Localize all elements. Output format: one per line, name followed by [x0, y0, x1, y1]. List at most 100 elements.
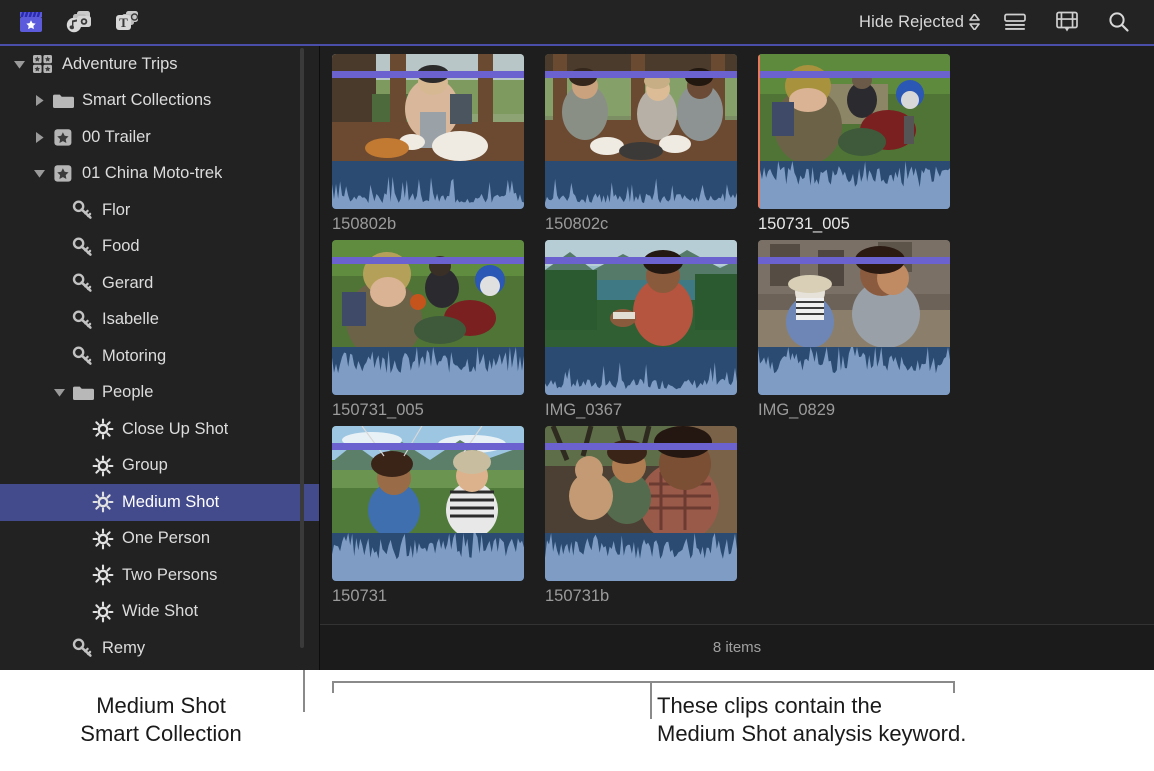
clip-filmstrip[interactable] — [758, 54, 950, 209]
folder-icon — [70, 384, 96, 402]
clip-filmstrip[interactable] — [545, 240, 737, 395]
chevron-updown-icon[interactable] — [969, 14, 980, 30]
clip-audio-waveform — [332, 347, 524, 395]
keyword-marker-bar[interactable] — [758, 257, 950, 264]
sidebar-item-label: One Person — [122, 529, 210, 548]
left-callout-leader-line — [303, 670, 305, 712]
clip-thumbnail[interactable]: 150731_005 — [758, 54, 971, 234]
sidebar-item-01-china-moto-trek[interactable]: 01 China Moto-trek — [0, 156, 320, 193]
photos-audio-icon[interactable] — [62, 7, 96, 37]
sidebar-item-label: Gerard — [102, 274, 153, 293]
keyword-icon — [70, 638, 96, 658]
disclosure-triangle-open-icon[interactable] — [28, 168, 50, 179]
disclosure-triangle-closed-icon[interactable] — [28, 131, 50, 144]
clip-thumbnail[interactable]: 150731 — [332, 426, 545, 606]
keyword-icon — [70, 200, 96, 220]
clip-thumbnail[interactable]: 150731_005 — [332, 240, 545, 420]
analysis-icon — [90, 455, 116, 477]
libraries-icon[interactable] — [14, 7, 48, 37]
clip-filmstrip[interactable] — [332, 426, 524, 581]
disclosure-triangle-open-icon[interactable] — [8, 59, 30, 70]
sidebar-item-label: Smart Collections — [82, 91, 211, 110]
clip-audio-waveform — [332, 161, 524, 209]
sidebar-item-people[interactable]: People — [0, 375, 320, 412]
clip-audio-waveform — [545, 347, 737, 395]
sidebar-item-gerard[interactable]: Gerard — [0, 265, 320, 302]
sidebar-item-00-trailer[interactable]: 00 Trailer — [0, 119, 320, 156]
clip-name-label: IMG_0829 — [758, 401, 971, 420]
left-callout-text: Medium Shot Smart Collection — [20, 692, 302, 748]
filmstrip-view-icon[interactable] — [1050, 7, 1084, 37]
sidebar-item-label: Two Persons — [122, 566, 217, 585]
keyword-icon — [70, 310, 96, 330]
clip-filmstrip[interactable] — [332, 240, 524, 395]
clip-thumbnail[interactable]: 150802b — [332, 54, 545, 234]
clip-filmstrip[interactable] — [758, 240, 950, 395]
clip-thumbnail[interactable]: IMG_0367 — [545, 240, 758, 420]
sidebar-item-label: Adventure Trips — [62, 55, 178, 74]
item-count-bar: 8 items — [320, 624, 1154, 670]
clip-filmstrip[interactable] — [332, 54, 524, 209]
hide-rejected-label: Hide Rejected — [859, 13, 964, 32]
disclosure-triangle-closed-icon[interactable] — [28, 94, 50, 107]
keyword-marker-bar[interactable] — [545, 443, 737, 450]
sidebar-item-label: 01 China Moto-trek — [82, 164, 222, 183]
libraries-sidebar[interactable]: Adventure Trips Smart Collections 00 Tra… — [0, 46, 320, 670]
keyword-marker-bar[interactable] — [545, 71, 737, 78]
sidebar-item-one-person[interactable]: One Person — [0, 521, 320, 558]
analysis-icon — [90, 601, 116, 623]
analysis-icon — [90, 528, 116, 550]
sidebar-item-motoring[interactable]: Motoring — [0, 338, 320, 375]
clip-thumbnail[interactable]: 150731b — [545, 426, 758, 606]
sidebar-item-smart-collections[interactable]: Smart Collections — [0, 83, 320, 120]
sidebar-item-wide-shot[interactable]: Wide Shot — [0, 594, 320, 631]
clip-filmstrip[interactable] — [545, 54, 737, 209]
folder-icon — [50, 92, 76, 110]
clip-name-label: 150802b — [332, 215, 545, 234]
clip-name-label: 150802c — [545, 215, 758, 234]
analysis-icon — [90, 418, 116, 440]
titles-generators-icon[interactable]: T — [110, 7, 144, 37]
skimmer-playhead[interactable] — [758, 54, 760, 209]
search-icon[interactable] — [1102, 7, 1136, 37]
sidebar-item-food[interactable]: Food — [0, 229, 320, 266]
clip-filmstrip[interactable] — [545, 426, 737, 581]
keyword-marker-bar[interactable] — [332, 443, 524, 450]
hide-rejected-filter[interactable]: Hide Rejected — [859, 13, 980, 32]
sidebar-item-medium-shot[interactable]: Medium Shot — [0, 484, 320, 521]
sidebar-item-label: Remy — [102, 639, 145, 658]
item-count-label: 8 items — [713, 639, 761, 656]
sidebar-item-group[interactable]: Group — [0, 448, 320, 485]
clip-browser: 150802b 150802c — [320, 46, 1154, 670]
sidebar-item-two-persons[interactable]: Two Persons — [0, 557, 320, 594]
list-view-icon[interactable] — [998, 7, 1032, 37]
sidebar-item-adventure-trips[interactable]: Adventure Trips — [0, 46, 320, 83]
sidebar-item-label: Flor — [102, 201, 130, 220]
right-callout-text: These clips contain the Medium Shot anal… — [657, 692, 1077, 748]
sidebar-item-isabelle[interactable]: Isabelle — [0, 302, 320, 339]
clip-audio-waveform — [332, 533, 524, 581]
sidebar-scrollbar[interactable] — [300, 48, 304, 648]
sidebar-item-remy[interactable]: Remy — [0, 630, 320, 667]
sidebar-item-label: Wide Shot — [122, 602, 198, 621]
sidebar-item-close-up-shot[interactable]: Close Up Shot — [0, 411, 320, 448]
sidebar-item-label: 00 Trailer — [82, 128, 151, 147]
keyword-marker-bar[interactable] — [332, 257, 524, 264]
sidebar-item-label: Isabelle — [102, 310, 159, 329]
keyword-icon — [70, 237, 96, 257]
keyword-marker-bar[interactable] — [332, 71, 524, 78]
right-callout-line1: These clips contain the — [657, 692, 1077, 720]
clip-name-label: 150731b — [545, 587, 758, 606]
analysis-icon — [90, 491, 116, 513]
sidebar-item-label: Medium Shot — [122, 493, 219, 512]
clip-thumbnail[interactable]: IMG_0829 — [758, 240, 971, 420]
disclosure-triangle-open-icon[interactable] — [48, 387, 70, 398]
clip-thumbnail[interactable]: 150802c — [545, 54, 758, 234]
keyword-marker-bar[interactable] — [758, 71, 950, 78]
sidebar-item-flor[interactable]: Flor — [0, 192, 320, 229]
left-callout-line2: Smart Collection — [20, 720, 302, 748]
clip-grid[interactable]: 150802b 150802c — [320, 46, 1154, 624]
right-callout-line2: Medium Shot analysis keyword. — [657, 720, 1077, 748]
keyword-marker-bar[interactable] — [545, 257, 737, 264]
clip-audio-waveform — [545, 533, 737, 581]
